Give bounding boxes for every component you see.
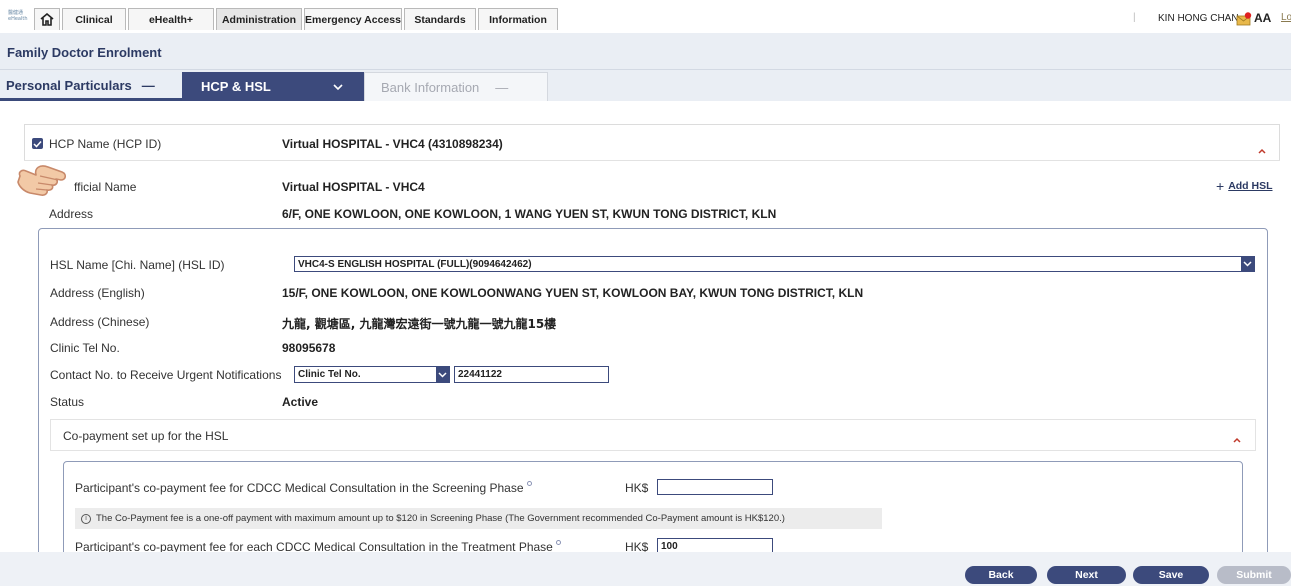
user-name: KIN HONG CHAN bbox=[1158, 13, 1239, 24]
clinic-tel-value: 98095678 bbox=[282, 341, 336, 355]
step-personal-dash: — bbox=[141, 77, 155, 93]
hsl-address-en-label: Address (English) bbox=[50, 286, 145, 300]
screening-fee-input[interactable] bbox=[657, 479, 773, 495]
hcp-name-value: Virtual HOSPITAL - VHC4 (4310898234) bbox=[282, 137, 503, 151]
tab-clinical[interactable]: Clinical bbox=[62, 8, 126, 30]
step-bank-label: Bank Information bbox=[381, 79, 480, 95]
tab-standards[interactable]: Standards bbox=[404, 8, 476, 30]
hsl-address-zh-label: Address (Chinese) bbox=[50, 315, 150, 329]
hcp-checkbox[interactable] bbox=[32, 138, 43, 149]
step-hcp-hsl[interactable]: HCP & HSL bbox=[182, 72, 364, 101]
chevron-up-icon[interactable] bbox=[1232, 432, 1242, 443]
contact-type-select[interactable]: Clinic Tel No. bbox=[294, 366, 450, 383]
ehealth-logo: 醫健通 eHealth bbox=[8, 10, 28, 22]
status-value: Active bbox=[282, 395, 319, 409]
info-icon: i bbox=[81, 513, 91, 524]
contact-urgent-label: Contact No. to Receive Urgent Notificati… bbox=[50, 368, 282, 382]
step-personal-label: Personal Particulars bbox=[6, 77, 132, 93]
dropdown-arrow-icon bbox=[1241, 257, 1254, 271]
official-name-value: Virtual HOSPITAL - VHC4 bbox=[282, 180, 425, 194]
screening-fee-label: Participant's co-payment fee for CDCC Me… bbox=[75, 481, 532, 495]
header-divider bbox=[0, 69, 1291, 70]
screening-fee-text: Participant's co-payment fee for CDCC Me… bbox=[75, 481, 524, 495]
hsl-address-zh-value: 九龍, 觀塘區, 九龍灣宏遠街一號九龍一號九龍15樓 bbox=[282, 317, 557, 331]
hcp-header-divider bbox=[24, 160, 1280, 161]
contact-type-selected: Clinic Tel No. bbox=[298, 369, 361, 380]
contact-number-value: 22441122 bbox=[458, 369, 502, 380]
treatment-fee-value: 100 bbox=[661, 540, 678, 552]
info-dot-icon[interactable] bbox=[555, 540, 561, 545]
dropdown-arrow-icon bbox=[436, 367, 449, 382]
chevron-down-icon bbox=[333, 79, 343, 94]
page-title: Family Doctor Enrolment bbox=[7, 45, 162, 60]
copay-note-text: The Co-Payment fee is a one-off payment … bbox=[96, 513, 785, 524]
screening-currency: HK$ bbox=[625, 481, 649, 495]
contact-number-input[interactable]: 22441122 bbox=[454, 366, 609, 383]
next-button[interactable]: Next bbox=[1047, 566, 1126, 584]
step-bank-information[interactable]: Bank Information — bbox=[364, 72, 548, 101]
hcp-name-label: HCP Name (HCP ID) bbox=[49, 137, 162, 151]
step-bank-dash: — bbox=[495, 79, 509, 95]
hsl-name-selected: VHC4-S ENGLISH HOSPITAL (FULL)(909464246… bbox=[298, 258, 532, 270]
hsl-name-select[interactable]: VHC4-S ENGLISH HOSPITAL (FULL)(909464246… bbox=[294, 256, 1255, 272]
tab-administration[interactable]: Administration bbox=[216, 8, 302, 30]
save-button[interactable]: Save bbox=[1133, 566, 1209, 584]
tab-emergency-access[interactable]: Emergency Access bbox=[304, 8, 402, 30]
add-hsl-button[interactable]: + Add HSL bbox=[1216, 178, 1273, 194]
add-hsl-label: Add HSL bbox=[1228, 180, 1273, 192]
tab-information[interactable]: Information bbox=[478, 8, 558, 30]
hcp-address-value: 6/F, ONE KOWLOON, ONE KOWLOON, 1 WANG YU… bbox=[282, 207, 777, 221]
plus-icon: + bbox=[1216, 178, 1225, 194]
clinic-tel-label: Clinic Tel No. bbox=[50, 341, 120, 355]
hcp-card-header[interactable] bbox=[24, 124, 1280, 161]
logout-link[interactable]: Lo bbox=[1281, 12, 1291, 23]
step-personal-particulars[interactable]: Personal Particulars — bbox=[0, 72, 182, 101]
step-hcp-label: HCP & HSL bbox=[201, 79, 271, 94]
back-button[interactable]: Back bbox=[965, 566, 1037, 584]
official-name-label: fficial Name bbox=[74, 180, 137, 194]
status-label: Status bbox=[50, 395, 85, 409]
submit-button[interactable]: Submit bbox=[1217, 566, 1291, 584]
mail-notification-icon[interactable] bbox=[1236, 12, 1252, 26]
hsl-address-en-value: 15/F, ONE KOWLOON, ONE KOWLOONWANG YUEN … bbox=[282, 286, 864, 300]
hsl-name-label: HSL Name [Chi. Name] (HSL ID) bbox=[50, 258, 225, 272]
home-icon[interactable] bbox=[34, 8, 60, 30]
chevron-up-icon[interactable] bbox=[1257, 143, 1267, 154]
copay-section-header[interactable] bbox=[50, 419, 1256, 451]
copay-section-title: Co-payment set up for the HSL bbox=[63, 429, 229, 443]
tab-ehealth-plus[interactable]: eHealth+ bbox=[128, 8, 214, 30]
pointer-hand-icon bbox=[14, 154, 74, 204]
hcp-address-label: Address bbox=[49, 207, 94, 221]
copay-info-note: i The Co-Payment fee is a one-off paymen… bbox=[75, 508, 882, 529]
top-menu-bar: 醫健通 eHealth Clinical eHealth+ Administra… bbox=[0, 0, 1291, 33]
font-size-toggle[interactable]: AA bbox=[1254, 11, 1271, 25]
info-dot-icon[interactable] bbox=[526, 481, 532, 486]
user-separator: | bbox=[1133, 12, 1136, 23]
